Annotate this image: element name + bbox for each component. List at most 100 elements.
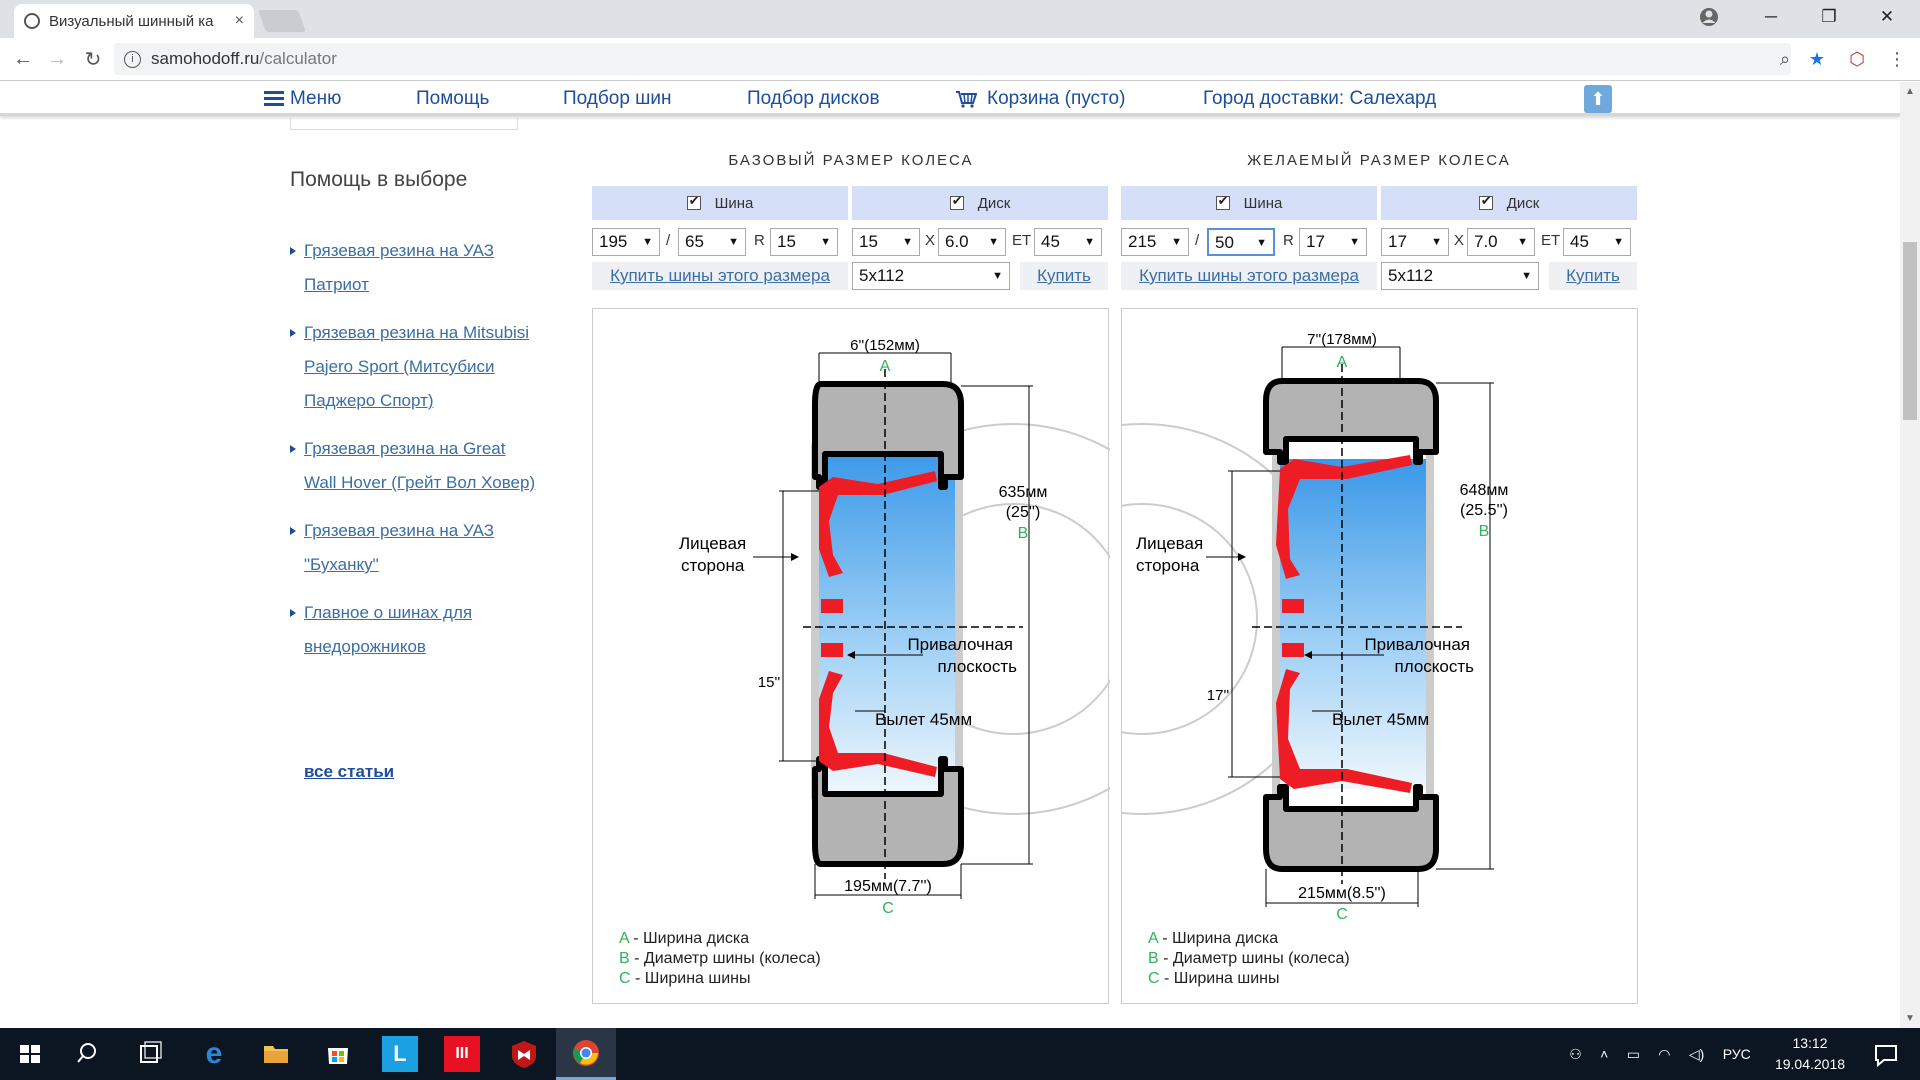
back-icon[interactable]: ←: [10, 46, 36, 72]
profile-icon[interactable]: [1698, 6, 1720, 28]
article-link[interactable]: Грязевая резина на Mitsubisi Pajero Spor…: [304, 323, 529, 410]
extension-icon[interactable]: ⬡: [1846, 48, 1868, 70]
minimize-button[interactable]: ─: [1742, 0, 1800, 34]
diagram-legend: A - Ширина диска B - Диаметр шины (колес…: [619, 929, 821, 989]
desired-disc-diameter-select[interactable]: 17: [1381, 228, 1449, 256]
base-buy-link[interactable]: Купить: [1020, 262, 1108, 290]
desired-disc-width-select[interactable]: 7.0: [1467, 228, 1535, 256]
nav-help[interactable]: Помощь: [416, 88, 489, 110]
nav-tires[interactable]: Подбор шин: [563, 88, 672, 110]
task-view-icon[interactable]: [132, 1036, 168, 1072]
disc-checkbox[interactable]: [1478, 193, 1493, 210]
base-et-select[interactable]: 45: [1034, 228, 1102, 256]
base-wheel-svg: 6''(152мм) A 635мм (25'') B 15'' Лицевая…: [679, 337, 1110, 917]
base-disc-toggle[interactable]: Диск: [852, 186, 1108, 220]
base-diameter-select[interactable]: 15: [770, 228, 838, 256]
desired-pcd-select[interactable]: 5x112: [1381, 262, 1539, 290]
desired-et-select[interactable]: 45: [1563, 228, 1631, 256]
loading-icon: [24, 13, 40, 29]
scrollbar-thumb[interactable]: [1903, 242, 1917, 420]
dim-b-mm: 635мм: [999, 484, 1048, 501]
base-pcd-select[interactable]: 5x112: [852, 262, 1010, 290]
wifi-icon[interactable]: ◠: [1658, 1046, 1670, 1063]
battery-icon[interactable]: ▭: [1627, 1046, 1640, 1063]
app-l-icon[interactable]: L: [382, 1036, 418, 1072]
tire-checkbox[interactable]: [686, 193, 701, 210]
edge-icon[interactable]: e: [196, 1036, 232, 1072]
disc-label: Диск: [977, 194, 1011, 212]
offset-text: Вылет 45мм: [1332, 710, 1429, 729]
nav-discs[interactable]: Подбор дисков: [747, 88, 880, 110]
forward-icon[interactable]: →: [44, 46, 70, 72]
zoom-icon[interactable]: ⌕: [1774, 48, 1796, 70]
tray-expand-icon[interactable]: ˄: [1600, 1046, 1608, 1062]
nav-cart[interactable]: Корзина (пусто): [955, 88, 1125, 110]
r-sep: R: [1283, 232, 1294, 249]
base-wheel-diagram: 6''(152мм) A 635мм (25'') B 15'' Лицевая…: [592, 308, 1110, 1004]
base-tire-toggle[interactable]: Шина: [592, 186, 848, 220]
dim-b-in: (25.5''): [1460, 502, 1508, 519]
base-disc-diameter-select[interactable]: 15: [852, 228, 920, 256]
window-close-button[interactable]: ✕: [1858, 0, 1916, 34]
nav-menu[interactable]: Меню: [264, 88, 341, 110]
base-buy-tires-link[interactable]: Купить шины этого размера: [592, 262, 848, 290]
chrome-taskbar-button[interactable]: [556, 1028, 616, 1080]
mount-plane-label-2: плоскость: [938, 657, 1018, 676]
legend-key-c: C: [1148, 970, 1160, 987]
desired-buy-tires-link[interactable]: Купить шины этого размера: [1121, 262, 1377, 290]
desired-disc-toggle[interactable]: Диск: [1381, 186, 1637, 220]
page-scrollbar[interactable]: ▲ ▼: [1900, 82, 1920, 1028]
url-input[interactable]: i samohodoff.ru/calculator: [114, 43, 1791, 75]
desired-width-select[interactable]: 215: [1121, 228, 1189, 256]
mount-plane-label-1: Привалочная: [907, 635, 1013, 654]
face-side-label-2: сторона: [681, 556, 745, 575]
language-indicator[interactable]: РУС: [1723, 1046, 1751, 1062]
browser-menu-icon[interactable]: ⋮: [1886, 48, 1908, 70]
info-icon[interactable]: i: [124, 50, 141, 68]
people-icon[interactable]: ⚇: [1569, 1046, 1582, 1063]
nav-delivery-city[interactable]: Город доставки: Салехард: [1203, 88, 1436, 110]
desired-tire-toggle[interactable]: Шина: [1121, 186, 1377, 220]
article-link[interactable]: Грязевая резина на УАЗ "Буханку": [304, 521, 494, 574]
browser-tab[interactable]: Визуальный шинный ка ×: [14, 4, 254, 38]
notifications-icon[interactable]: [1868, 1036, 1904, 1072]
scroll-down-arrow-icon[interactable]: ▼: [1905, 1013, 1915, 1024]
disc-checkbox[interactable]: [949, 193, 964, 210]
clock[interactable]: 13:12 19.04.2018: [1770, 1033, 1850, 1075]
search-icon[interactable]: [72, 1036, 108, 1072]
volume-icon[interactable]: ◁): [1689, 1046, 1704, 1063]
maximize-button[interactable]: ❐: [1800, 0, 1858, 34]
new-tab-button[interactable]: [257, 10, 307, 32]
article-link[interactable]: Грязевая резина на Great Wall Hover (Гре…: [304, 439, 535, 492]
desired-buy-link[interactable]: Купить: [1549, 262, 1637, 290]
tire-checkbox[interactable]: [1215, 193, 1230, 210]
store-icon[interactable]: [320, 1036, 356, 1072]
windows-start-icon[interactable]: [12, 1036, 48, 1072]
desired-diameter-select[interactable]: 17: [1299, 228, 1367, 256]
legend-text-c: - Ширина шины: [630, 970, 751, 987]
file-explorer-icon[interactable]: [258, 1036, 294, 1072]
article-link[interactable]: Главное о шинах для внедорожников: [304, 603, 472, 656]
base-width-select[interactable]: 195: [592, 228, 660, 256]
legend-text-a: - Ширина диска: [1157, 930, 1279, 947]
mcafee-icon[interactable]: [506, 1036, 542, 1072]
dim-b-mm: 648мм: [1460, 482, 1509, 499]
tab-close-icon[interactable]: ×: [235, 12, 244, 30]
label-b: B: [1018, 525, 1029, 542]
scroll-up-button[interactable]: ⬆: [1584, 85, 1612, 113]
bookmark-star-icon[interactable]: ★: [1806, 48, 1828, 70]
scroll-up-arrow-icon[interactable]: ▲: [1905, 86, 1915, 97]
hamburger-icon: [264, 88, 284, 109]
slash-sep: /: [666, 232, 671, 249]
base-profile-select[interactable]: 65: [678, 228, 746, 256]
article-link[interactable]: Грязевая резина на УАЗ Патриот: [304, 241, 494, 294]
app-red-icon[interactable]: III: [444, 1036, 480, 1072]
dim-c-text: 215мм(8.5''): [1298, 885, 1386, 902]
base-disc-width-select[interactable]: 6.0: [938, 228, 1006, 256]
mount-plane-label-2: плоскость: [1395, 657, 1475, 676]
desired-profile-select[interactable]: 50: [1207, 228, 1275, 256]
all-articles-link[interactable]: все статьи: [304, 762, 394, 782]
et-sep: ET: [1541, 232, 1561, 249]
tire-label: Шина: [1243, 194, 1283, 212]
reload-icon[interactable]: ↻: [80, 46, 106, 72]
